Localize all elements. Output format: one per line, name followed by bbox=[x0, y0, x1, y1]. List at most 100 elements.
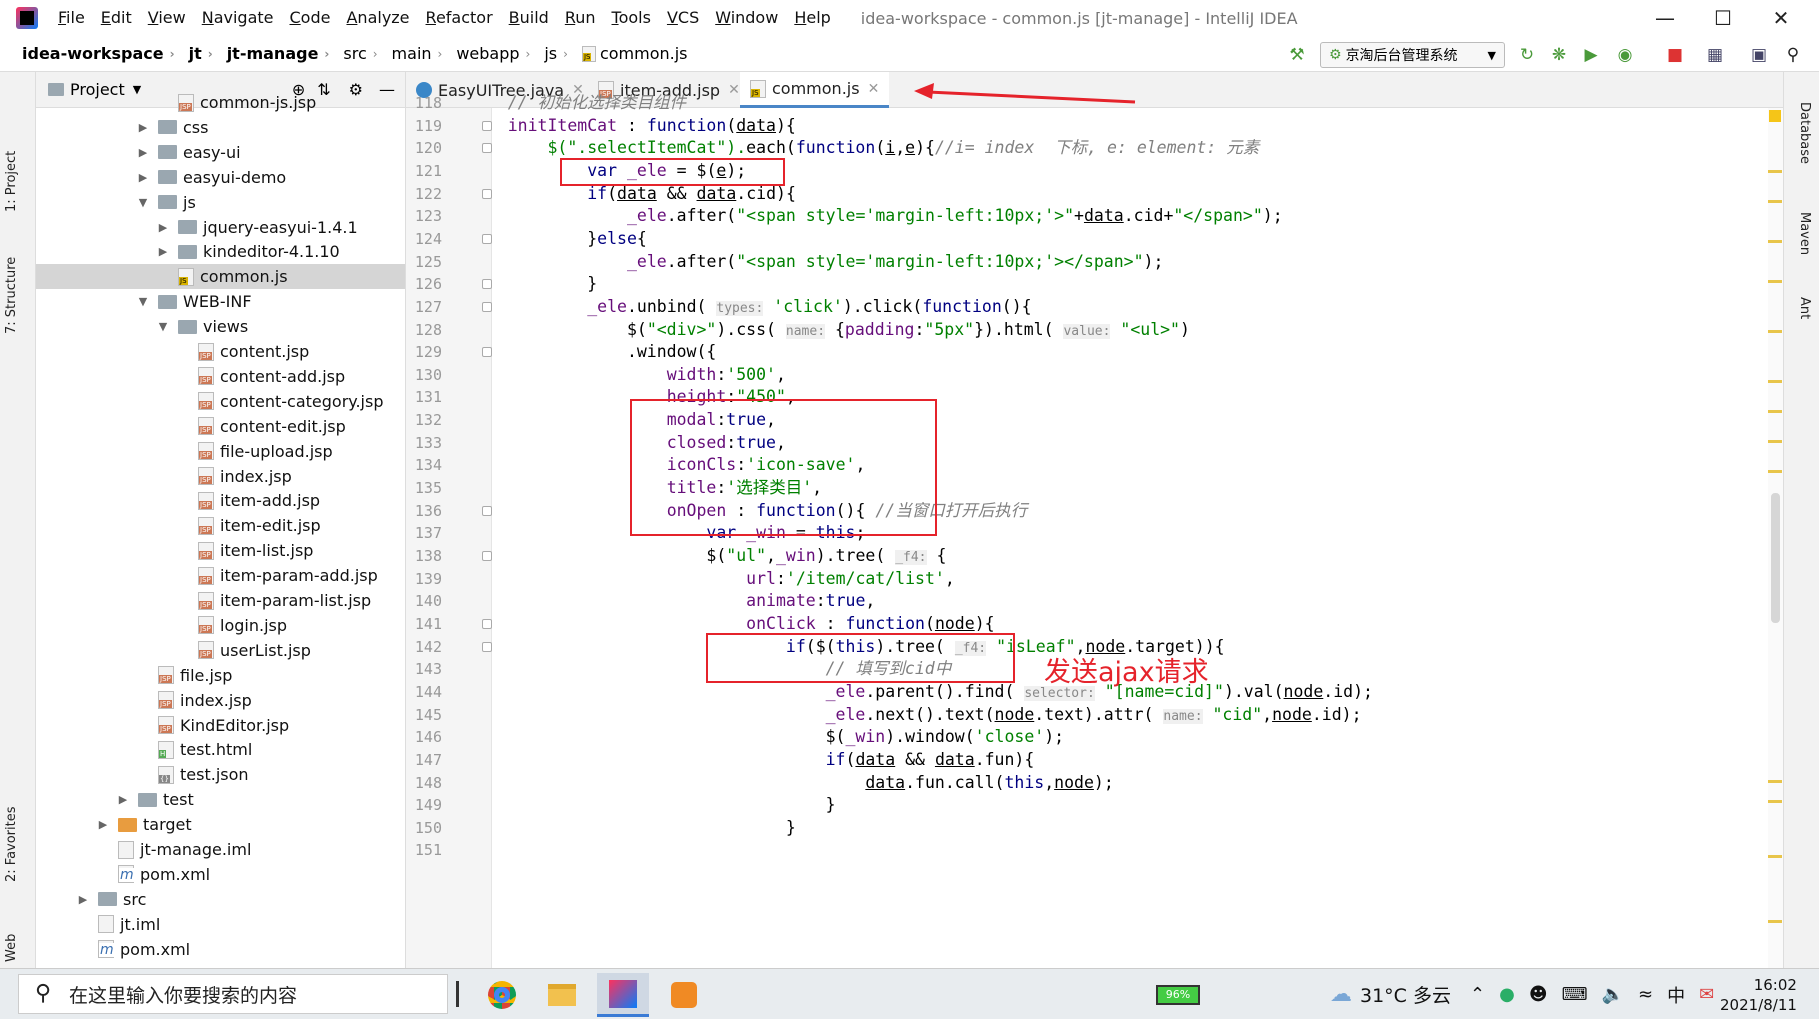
menu-refactor[interactable]: Refactor bbox=[418, 0, 501, 36]
breadcrumb-src[interactable]: src › bbox=[333, 36, 381, 72]
tree-item[interactable]: jt-manage.iml bbox=[36, 837, 405, 862]
error-stripe-mark[interactable] bbox=[1768, 170, 1782, 173]
chevron-down-icon[interactable]: ▼ bbox=[136, 295, 150, 308]
fold-marker-icon[interactable] bbox=[482, 641, 492, 652]
breadcrumb-jt-manage[interactable]: jt-manage › bbox=[217, 36, 334, 72]
tree-item[interactable]: common-js.jsp bbox=[36, 90, 405, 115]
tool-tab-structure[interactable]: 7: Structure bbox=[4, 257, 19, 334]
chevron-up-icon[interactable]: ⌃ bbox=[1470, 984, 1485, 1005]
fold-marker-icon[interactable] bbox=[482, 188, 492, 199]
fold-marker-icon[interactable] bbox=[482, 505, 492, 516]
error-stripe-mark[interactable] bbox=[1768, 920, 1782, 923]
tree-item[interactable]: test.html bbox=[36, 737, 405, 762]
editor-scrollbar[interactable] bbox=[1768, 108, 1783, 968]
tree-item[interactable]: pom.xml bbox=[36, 862, 405, 887]
warning-indicator-icon[interactable] bbox=[1769, 110, 1781, 122]
tree-item[interactable]: content-category.jsp bbox=[36, 389, 405, 414]
close-icon[interactable]: ✕ bbox=[728, 82, 740, 98]
weather-widget[interactable]: ☁ 31°C 多云 bbox=[1330, 969, 1451, 1019]
chevron-right-icon[interactable]: ▶ bbox=[76, 893, 90, 906]
menu-window[interactable]: Window bbox=[707, 0, 786, 36]
tree-item[interactable]: ▶ jquery-easyui-1.4.1 bbox=[36, 215, 405, 240]
fold-marker-icon[interactable] bbox=[482, 347, 492, 358]
chevron-right-icon[interactable]: ▶ bbox=[116, 793, 130, 806]
taskbar-search-input[interactable]: ⚲ 在这里输入你要搜索的内容 bbox=[18, 974, 448, 1014]
notification-icon[interactable]: ✉ bbox=[1699, 984, 1714, 1005]
close-icon[interactable]: ✕ bbox=[1752, 0, 1810, 36]
chevron-right-icon[interactable]: ▶ bbox=[136, 121, 150, 134]
tree-item[interactable]: jt.iml bbox=[36, 912, 405, 937]
tool-tab-favorites[interactable]: 2: Favorites bbox=[4, 806, 19, 882]
chevron-right-icon[interactable]: ▶ bbox=[156, 221, 170, 234]
tree-item[interactable]: ▶ kindeditor-4.1.10 bbox=[36, 239, 405, 264]
tree-item[interactable]: ▼ views bbox=[36, 314, 405, 339]
keyboard-icon[interactable]: ⌨ bbox=[1562, 984, 1588, 1005]
wifi-icon[interactable]: ≈ bbox=[1638, 984, 1653, 1005]
chrome-icon[interactable] bbox=[476, 973, 528, 1017]
error-stripe-mark[interactable] bbox=[1768, 280, 1782, 283]
menu-help[interactable]: Help bbox=[786, 0, 838, 36]
tree-item[interactable]: index.jsp bbox=[36, 688, 405, 713]
fold-marker-icon[interactable] bbox=[482, 120, 492, 131]
rerun-icon[interactable]: ↻ bbox=[1516, 44, 1538, 66]
tree-item[interactable]: ▼ js bbox=[36, 190, 405, 215]
menu-file[interactable]: File bbox=[50, 0, 93, 36]
close-icon[interactable]: ✕ bbox=[868, 81, 880, 97]
file-explorer-icon[interactable] bbox=[536, 973, 588, 1017]
tree-item[interactable]: ▶ css bbox=[36, 115, 405, 140]
error-stripe-mark[interactable] bbox=[1768, 200, 1782, 203]
chevron-down-icon[interactable]: ▼ bbox=[156, 320, 170, 333]
minimize-icon[interactable]: — bbox=[1636, 0, 1694, 36]
profile-icon[interactable]: ◉ bbox=[1614, 44, 1636, 66]
error-stripe-mark[interactable] bbox=[1768, 855, 1782, 858]
breadcrumb-common-js[interactable]: common.js bbox=[572, 36, 692, 72]
chevron-down-icon[interactable]: ▼ bbox=[136, 196, 150, 209]
tree-item[interactable]: ▶ test bbox=[36, 787, 405, 812]
tree-item[interactable]: login.jsp bbox=[36, 613, 405, 638]
menu-navigate[interactable]: Navigate bbox=[194, 0, 282, 36]
tool-tab-ant[interactable]: Ant bbox=[1797, 297, 1812, 319]
tree-item[interactable]: file-upload.jsp bbox=[36, 439, 405, 464]
menu-view[interactable]: View bbox=[140, 0, 194, 36]
menu-code[interactable]: Code bbox=[282, 0, 339, 36]
tree-item[interactable]: file.jsp bbox=[36, 663, 405, 688]
tree-item[interactable]: KindEditor.jsp bbox=[36, 713, 405, 738]
terminal-icon[interactable]: ▣ bbox=[1748, 44, 1770, 66]
tool-tab-database[interactable]: Database bbox=[1797, 102, 1812, 164]
tree-item[interactable]: item-add.jsp bbox=[36, 488, 405, 513]
menu-tools[interactable]: Tools bbox=[604, 0, 659, 36]
error-stripe-mark[interactable] bbox=[1768, 410, 1782, 413]
intellij-taskbar-icon[interactable] bbox=[597, 973, 649, 1017]
chevron-right-icon[interactable]: ▶ bbox=[96, 818, 110, 831]
tree-item[interactable]: item-edit.jsp bbox=[36, 513, 405, 538]
tree-item[interactable]: content-edit.jsp bbox=[36, 414, 405, 439]
tree-item[interactable]: test.json bbox=[36, 762, 405, 787]
error-stripe-mark[interactable] bbox=[1768, 380, 1782, 383]
tree-item[interactable]: content-add.jsp bbox=[36, 364, 405, 389]
search-icon[interactable]: ⚲ bbox=[1782, 44, 1804, 66]
fold-marker-icon[interactable] bbox=[482, 233, 492, 244]
tree-item[interactable]: ▶ easy-ui bbox=[36, 140, 405, 165]
error-stripe-mark[interactable] bbox=[1768, 780, 1782, 783]
menu-build[interactable]: Build bbox=[501, 0, 557, 36]
fold-marker-icon[interactable] bbox=[482, 551, 492, 561]
tree-item[interactable]: common.js bbox=[36, 264, 405, 290]
breadcrumb-jt[interactable]: jt › bbox=[179, 36, 217, 72]
scroll-thumb[interactable] bbox=[1771, 493, 1780, 623]
fold-marker-icon[interactable] bbox=[482, 279, 492, 290]
project-structure-icon[interactable]: ▦ bbox=[1704, 44, 1726, 66]
qq-icon[interactable]: ☻ bbox=[1529, 984, 1548, 1005]
menu-run[interactable]: Run bbox=[557, 0, 604, 36]
chevron-right-icon[interactable]: ▶ bbox=[136, 146, 150, 159]
tool-tab-maven[interactable]: Maven bbox=[1797, 212, 1812, 255]
error-stripe-mark[interactable] bbox=[1768, 470, 1782, 473]
menu-analyze[interactable]: Analyze bbox=[338, 0, 417, 36]
tree-item[interactable]: ▶ target bbox=[36, 812, 405, 837]
tree-item[interactable]: ▶ src bbox=[36, 887, 405, 912]
tree-item[interactable]: ▼ WEB-INF bbox=[36, 289, 405, 314]
fold-marker-icon[interactable] bbox=[482, 618, 492, 629]
error-stripe-mark[interactable] bbox=[1768, 330, 1782, 333]
tree-item[interactable]: item-list.jsp bbox=[36, 538, 405, 563]
stop-icon[interactable]: ■ bbox=[1664, 44, 1686, 66]
clock[interactable]: 16:02 2021/8/11 bbox=[1720, 969, 1797, 1019]
